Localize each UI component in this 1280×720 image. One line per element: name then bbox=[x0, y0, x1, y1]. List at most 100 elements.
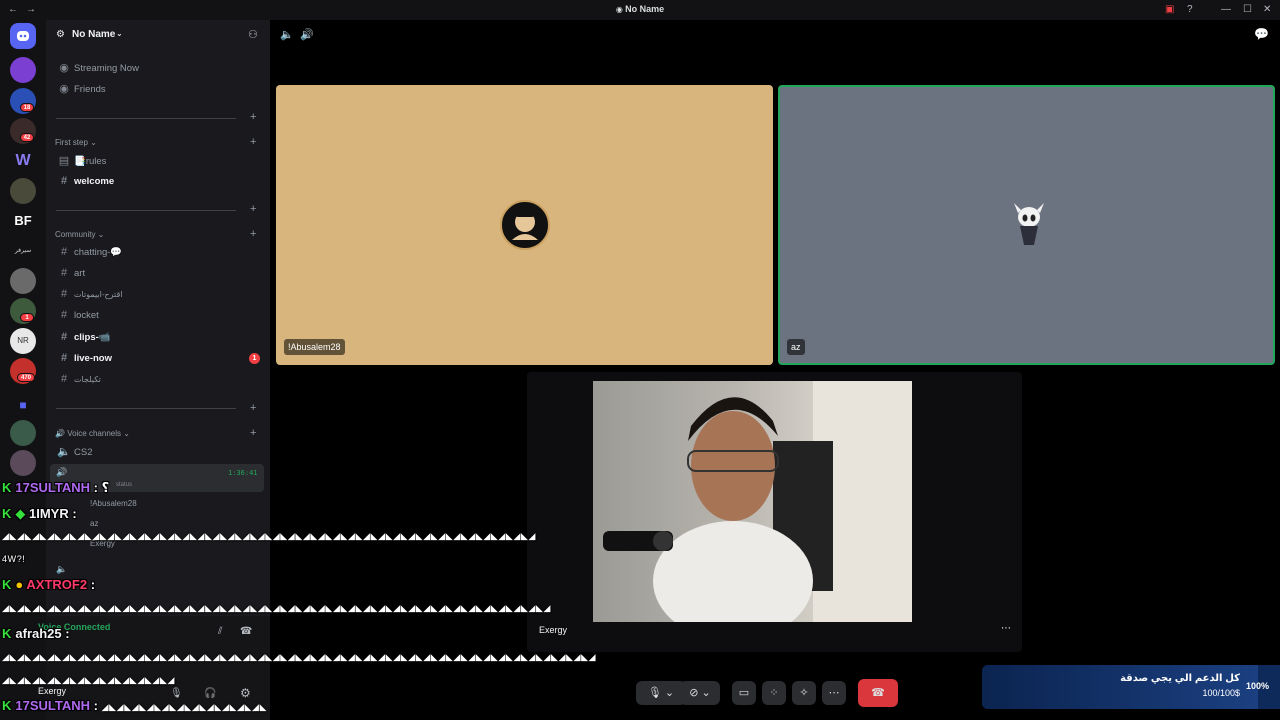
server-name: No Name bbox=[72, 29, 116, 40]
mention-badge: 18 bbox=[20, 103, 34, 112]
server-list: 18 42 W BF سيرفر 1 NR 470 ■ bbox=[0, 20, 46, 720]
voice-user[interactable]: Exergy bbox=[90, 539, 115, 548]
hash-icon: # bbox=[60, 331, 68, 343]
active-voice-channel[interactable]: 🔊 1:36:41 status bbox=[50, 464, 264, 492]
channel-welcome[interactable]: # welcome bbox=[56, 175, 262, 193]
mention-badge: 470 bbox=[17, 373, 35, 382]
channel-suggestions[interactable]: # اقترح-ابيموتات bbox=[56, 288, 262, 306]
donation-text: كل الدعم الي يجي صدقة bbox=[1120, 673, 1240, 684]
folder-icon[interactable]: ■ bbox=[10, 392, 36, 418]
headphones-icon[interactable]: 🎧 bbox=[204, 688, 216, 699]
call-timer: 1:36:41 bbox=[228, 469, 258, 477]
server-icon[interactable] bbox=[10, 57, 36, 83]
soundboard-icon: ✧ bbox=[799, 687, 809, 699]
rules-icon: ▤ bbox=[58, 155, 70, 167]
channel-chatting[interactable]: # chatting-💬 bbox=[56, 246, 262, 264]
plus-icon[interactable]: + bbox=[250, 111, 256, 123]
microphone-button[interactable]: 🎙 ⌄ bbox=[636, 681, 686, 705]
sidebar-item-streaming[interactable]: ◉ Streaming Now bbox=[56, 61, 262, 79]
ellipsis-icon: ⋯ bbox=[828, 687, 840, 699]
window-title: ◉ No Name bbox=[615, 4, 665, 14]
close-icon[interactable]: ✕ bbox=[1263, 4, 1271, 15]
disconnect-icon[interactable]: ☎ bbox=[240, 626, 252, 637]
plus-icon[interactable]: + bbox=[250, 427, 256, 439]
donation-progress-fill bbox=[982, 665, 1258, 709]
server-icon-bf[interactable]: BF bbox=[10, 208, 36, 234]
chat-bubble-icon[interactable]: 💬 bbox=[1254, 27, 1269, 41]
participant-tile-az[interactable]: az bbox=[778, 85, 1275, 365]
screenshare-icon: ▭ bbox=[738, 687, 750, 699]
activities-button[interactable]: ⁘ bbox=[762, 681, 786, 705]
help-icon[interactable]: ? bbox=[1187, 4, 1193, 15]
channel-clips[interactable]: # clips-📹 bbox=[56, 331, 262, 349]
server-icon[interactable] bbox=[10, 268, 36, 294]
more-button[interactable]: ⋯ bbox=[822, 681, 846, 705]
plus-icon[interactable]: + bbox=[250, 203, 256, 215]
avatar bbox=[1004, 199, 1054, 249]
camera-off-icon: ⊘ ⌄ bbox=[689, 687, 711, 699]
noise-suppression-icon[interactable]: ⫽ bbox=[218, 626, 222, 637]
voice-panel: Voice Connected ⫽ ☎ Exergy 🎙 🎧 ⚙ bbox=[38, 616, 270, 720]
microphone-icon[interactable]: 🎙 bbox=[170, 688, 183, 699]
leave-call-button[interactable]: ☎ bbox=[858, 679, 898, 707]
divider bbox=[56, 210, 236, 211]
speaker-icon: 🔈 bbox=[57, 446, 71, 458]
category-first-step[interactable]: First step ⌄ bbox=[55, 138, 97, 147]
unread-badge: 1 bbox=[249, 353, 260, 364]
voice-status: status bbox=[116, 482, 133, 488]
speaker-icon: 🔈 bbox=[56, 564, 68, 574]
donation-percent: 100% bbox=[1246, 681, 1270, 691]
volume-icon[interactable]: 🔊 bbox=[300, 28, 314, 41]
category-community[interactable]: Community ⌄ bbox=[55, 230, 104, 239]
channel-art[interactable]: # art bbox=[56, 267, 262, 285]
server-icon[interactable] bbox=[10, 450, 36, 476]
channel-rules[interactable]: ▤ 📑rules bbox=[56, 154, 262, 172]
voice-connected-label: Voice Connected bbox=[38, 622, 111, 632]
discord-home-icon[interactable] bbox=[10, 23, 36, 49]
channel-locket[interactable]: # locket bbox=[56, 309, 262, 327]
inbox-icon[interactable]: ▣ bbox=[1165, 4, 1174, 15]
mention-badge: 1 bbox=[20, 313, 34, 322]
plus-icon[interactable]: + bbox=[250, 136, 256, 148]
screenshare-button[interactable]: ▭ bbox=[732, 681, 756, 705]
avatar bbox=[500, 200, 550, 250]
speaker-icon: 🔊 bbox=[56, 467, 68, 477]
category-voice[interactable]: 🔊 Voice channels ⌄ bbox=[55, 429, 130, 438]
soundboard-button[interactable]: ✧ bbox=[792, 681, 816, 705]
channel-talk[interactable]: # تكيلجات bbox=[56, 373, 262, 391]
server-icon[interactable]: سيرفر bbox=[10, 238, 36, 264]
server-icon-small: ⚙ bbox=[56, 29, 65, 40]
webcam-video bbox=[593, 381, 912, 641]
server-icon[interactable] bbox=[10, 420, 36, 446]
mention-badge: 42 bbox=[20, 133, 34, 142]
channel-sidebar: ⚙ No Name ⌄ ⚇ ◉ Streaming Now ◉ Friends + … bbox=[38, 20, 270, 720]
server-icon-w[interactable]: W bbox=[10, 148, 36, 174]
server-icon-nr[interactable]: NR bbox=[10, 328, 36, 354]
voice-channel-cs2[interactable]: 🔈 CS2 bbox=[56, 445, 262, 463]
voice-user[interactable]: !Abusalem28 bbox=[90, 499, 137, 508]
channel-live-now[interactable]: # live-now bbox=[56, 352, 262, 370]
activities-icon: ⁘ bbox=[769, 687, 779, 699]
more-options-icon[interactable]: ⋯ bbox=[1001, 623, 1011, 634]
sidebar-item-friends[interactable]: ◉ Friends bbox=[56, 82, 262, 100]
chevron-down-icon: ⌄ bbox=[116, 29, 123, 38]
plus-icon[interactable]: + bbox=[250, 402, 256, 414]
hash-icon: # bbox=[60, 246, 68, 258]
donation-amount: 100/100$ bbox=[1202, 688, 1240, 698]
hash-icon: # bbox=[60, 288, 68, 300]
server-header[interactable]: ⚙ No Name ⌄ ⚇ bbox=[46, 20, 270, 50]
speaker-icon[interactable]: 🔈 bbox=[280, 28, 294, 41]
broadcast-icon: ◉ bbox=[59, 62, 69, 74]
title-bar: ← → ◉ No Name ▣ ? — ☐ ✕ bbox=[0, 0, 1280, 20]
invite-icon[interactable]: ⚇ bbox=[248, 28, 258, 41]
self-username: Exergy bbox=[38, 686, 67, 696]
server-icon[interactable] bbox=[10, 178, 36, 204]
settings-gear-icon[interactable]: ⚙ bbox=[240, 686, 251, 700]
participant-tile-exergy[interactable]: Exergy ⋯ bbox=[527, 372, 1022, 652]
voice-user[interactable]: az bbox=[90, 519, 98, 528]
minimize-icon[interactable]: — bbox=[1221, 4, 1231, 15]
maximize-icon[interactable]: ☐ bbox=[1243, 4, 1252, 15]
plus-icon[interactable]: + bbox=[250, 228, 256, 240]
camera-button[interactable]: ⊘ ⌄ bbox=[680, 681, 720, 705]
participant-tile-abusalem[interactable]: !Abusalem28 bbox=[276, 85, 773, 365]
